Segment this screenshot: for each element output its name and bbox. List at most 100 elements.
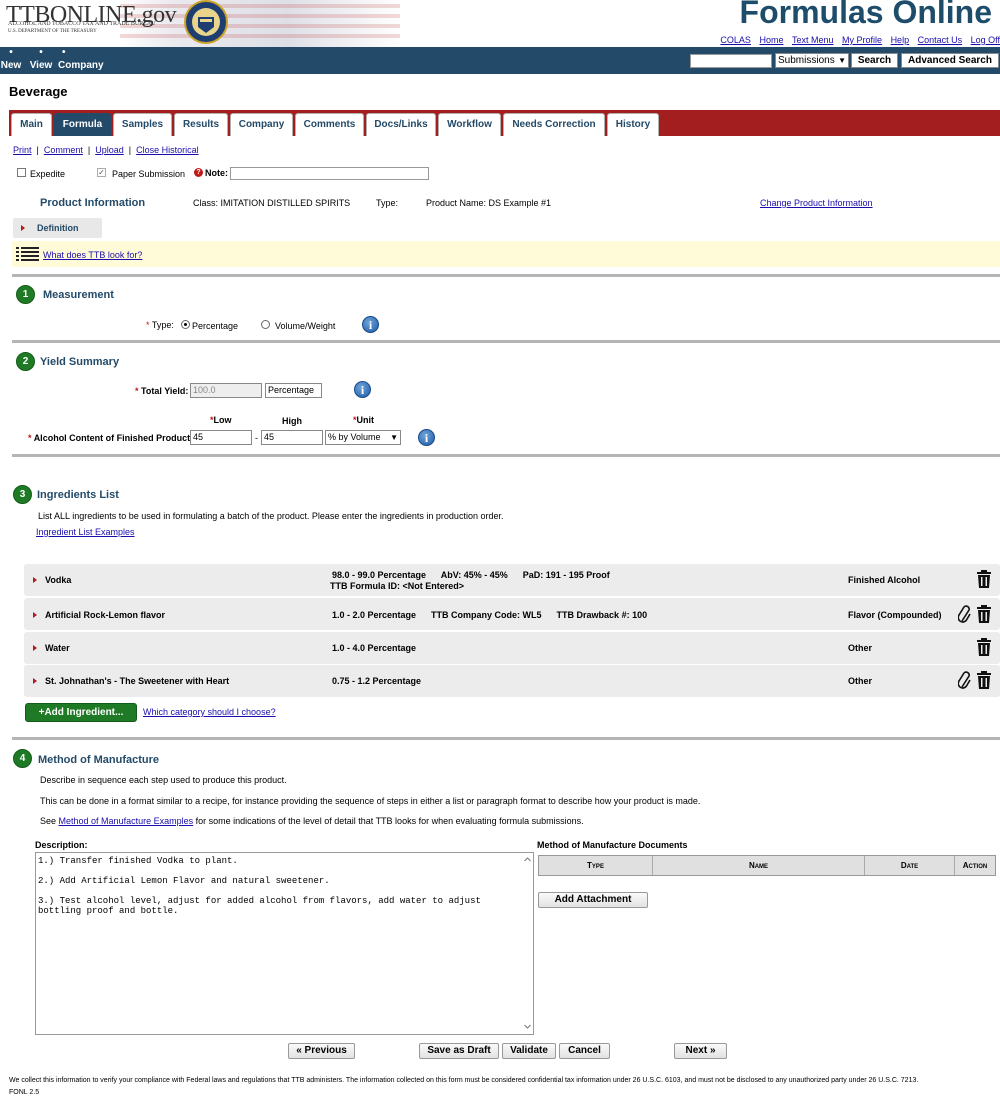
help-question-icon[interactable]: ?	[194, 168, 203, 177]
trash-icon[interactable]	[976, 570, 992, 588]
alcohol-unit-select[interactable]: % by Volume ▼	[325, 430, 401, 445]
ingredient-detail: 1.0 - 4.0 Percentage	[332, 643, 417, 653]
advanced-search-button[interactable]: Advanced Search	[901, 53, 999, 68]
nav-view[interactable]: • View	[29, 48, 53, 72]
manufacture-instruction-3: See Method of Manufacture Examples for s…	[40, 816, 584, 826]
percentage-radio[interactable]	[181, 320, 190, 329]
link-my-profile[interactable]: My Profile	[842, 35, 882, 45]
ingredient-list-examples-link[interactable]: Ingredient List Examples	[36, 527, 135, 537]
alcohol-content-label: * Alcohol Content of Finished Product:	[28, 433, 194, 443]
page-title: Beverage	[9, 84, 68, 99]
tab-formula[interactable]: Formula	[54, 113, 111, 136]
definition-label: Definition	[37, 223, 79, 233]
link-text-menu[interactable]: Text Menu	[792, 35, 834, 45]
link-colas[interactable]: COLAS	[720, 35, 751, 45]
nav-company[interactable]: • Company	[58, 48, 104, 72]
tab-needs-correction[interactable]: Needs Correction	[503, 113, 605, 136]
total-yield-field: 100.0	[190, 383, 262, 398]
next-button[interactable]: Next »	[674, 1043, 727, 1059]
docs-column-action[interactable]: Action	[955, 856, 995, 875]
caret-right-icon	[33, 577, 37, 583]
tab-comments[interactable]: Comments	[295, 113, 364, 136]
definition-toggle[interactable]: Definition	[13, 218, 102, 238]
docs-column-name[interactable]: Name	[653, 856, 865, 875]
comment-link[interactable]: Comment	[44, 145, 83, 155]
range-dash: -	[255, 433, 258, 443]
what-ttb-looks-for-link[interactable]: What does TTB look for?	[43, 250, 142, 260]
search-input[interactable]	[690, 54, 772, 68]
nav-new[interactable]: • New	[0, 48, 22, 72]
info-icon[interactable]: i	[362, 316, 379, 333]
which-category-link[interactable]: Which category should I choose?	[143, 707, 276, 717]
info-icon[interactable]: i	[354, 381, 371, 398]
trash-icon[interactable]	[976, 605, 992, 623]
site-header: TTBONLINE.gov ALCOHOL AND TOBACCO TAX AN…	[0, 0, 1000, 47]
list-icon	[16, 247, 39, 261]
ingredients-instruction: List ALL ingredients to be used in formu…	[38, 511, 504, 521]
previous-button[interactable]: « Previous	[288, 1043, 355, 1059]
link-contact-us[interactable]: Contact Us	[918, 35, 963, 45]
docs-column-date[interactable]: Date	[865, 856, 955, 875]
link-log-off[interactable]: Log Off	[971, 35, 1000, 45]
upload-link[interactable]: Upload	[95, 145, 124, 155]
link-help[interactable]: Help	[891, 35, 910, 45]
search-scope-select[interactable]: Submissions ▼	[775, 53, 849, 68]
change-product-info-link[interactable]: Change Product Information	[760, 198, 873, 208]
tab-company[interactable]: Company	[230, 113, 293, 136]
note-input[interactable]	[230, 167, 429, 180]
paper-submission-checkbox[interactable]: ✓	[97, 168, 106, 177]
trash-icon[interactable]	[976, 638, 992, 656]
expedite-label: Expedite	[30, 169, 66, 179]
ingredient-row[interactable]: Artificial Rock-Lemon flavor 1.0 - 2.0 P…	[24, 598, 1000, 630]
cancel-button[interactable]: Cancel	[559, 1043, 610, 1059]
caret-right-icon	[21, 225, 25, 231]
close-historical-link[interactable]: Close Historical	[136, 145, 199, 155]
tab-results[interactable]: Results	[174, 113, 228, 136]
total-yield-label: * Total Yield:	[135, 386, 189, 396]
manufacture-examples-link[interactable]: Method of Manufacture Examples	[59, 816, 194, 826]
volume-weight-label: Volume/Weight	[275, 321, 336, 331]
top-links: COLAS Home Text Menu My Profile Help Con…	[714, 35, 1000, 45]
description-textarea[interactable]: 1.) Transfer finished Vodka to plant. 2.…	[35, 852, 534, 1035]
paperclip-icon[interactable]	[958, 605, 972, 623]
volume-weight-radio[interactable]	[261, 320, 270, 329]
ingredient-formula-id: TTB Formula ID: <Not Entered>	[330, 581, 465, 591]
tab-samples[interactable]: Samples	[113, 113, 172, 136]
chevron-down-icon: ▼	[390, 433, 398, 442]
measurement-type-label: * Type:	[146, 320, 174, 330]
product-info-heading: Product Information	[40, 197, 146, 209]
tab-bar: Main Formula Samples Results Company Com…	[9, 110, 1000, 136]
alcohol-high-input[interactable]: 45	[261, 430, 323, 445]
ingredient-name: Water	[45, 643, 70, 653]
percentage-label: Percentage	[192, 321, 239, 331]
validate-button[interactable]: Validate	[502, 1043, 556, 1059]
scrollbar[interactable]	[522, 853, 533, 1034]
caret-right-icon	[33, 612, 37, 618]
info-icon[interactable]: i	[418, 429, 435, 446]
link-home[interactable]: Home	[759, 35, 783, 45]
docs-column-type[interactable]: Type	[539, 856, 653, 875]
section-divider	[12, 340, 1000, 343]
ingredient-row[interactable]: Vodka 98.0 - 99.0 Percentage AbV: 45% - …	[24, 564, 1000, 596]
ingredient-row[interactable]: Water 1.0 - 4.0 Percentage Other	[24, 632, 1000, 664]
ingredient-detail: 0.75 - 1.2 Percentage	[332, 676, 422, 686]
save-draft-button[interactable]: Save as Draft	[419, 1043, 499, 1059]
description-label: Description:	[35, 840, 88, 850]
tab-history[interactable]: History	[607, 113, 659, 136]
measurement-title: Measurement	[43, 289, 114, 301]
add-ingredient-button[interactable]: +Add Ingredient...	[25, 703, 137, 722]
ingredient-row[interactable]: St. Johnathan's - The Sweetener with Hea…	[24, 665, 1000, 697]
alcohol-low-input[interactable]: 45	[190, 430, 252, 445]
expedite-checkbox[interactable]	[17, 168, 26, 177]
section-divider	[12, 454, 1000, 457]
product-name: Product Name: DS Example #1	[426, 198, 552, 208]
paperclip-icon[interactable]	[958, 671, 972, 689]
search-button[interactable]: Search	[851, 53, 898, 68]
chevron-down-icon: ▼	[838, 56, 846, 65]
tab-docs-links[interactable]: Docs/Links	[366, 113, 436, 136]
add-attachment-button[interactable]: Add Attachment	[538, 892, 648, 908]
tab-workflow[interactable]: Workflow	[438, 113, 501, 136]
trash-icon[interactable]	[976, 671, 992, 689]
tab-main[interactable]: Main	[11, 113, 52, 136]
print-link[interactable]: Print	[13, 145, 32, 155]
